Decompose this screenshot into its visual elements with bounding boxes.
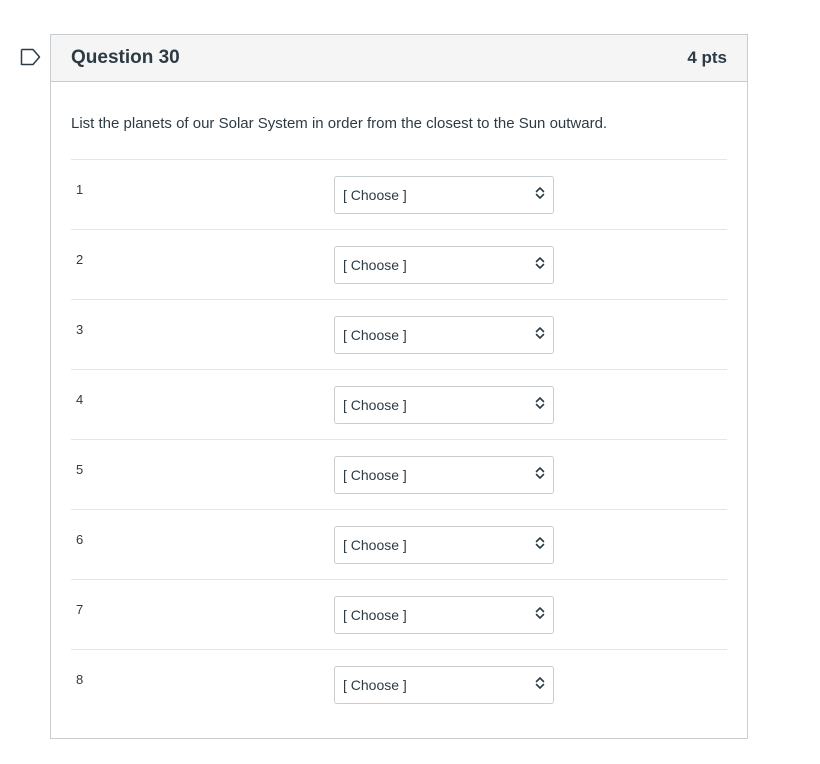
question-header: Question 30 4 pts <box>51 35 747 82</box>
answer-row: 3 [ Choose ] <box>71 299 727 369</box>
answer-select[interactable]: [ Choose ] <box>334 456 554 494</box>
row-number: 8 <box>76 672 84 687</box>
question-body: List the planets of our Solar System in … <box>51 82 747 719</box>
answer-row: 7 [ Choose ] <box>71 579 727 649</box>
row-number: 5 <box>76 462 84 477</box>
answer-select[interactable]: [ Choose ] <box>334 596 554 634</box>
row-number: 6 <box>76 532 84 547</box>
chevron-updown-icon <box>535 606 545 625</box>
chevron-updown-icon <box>535 676 545 695</box>
answer-select[interactable]: [ Choose ] <box>334 176 554 214</box>
select-value: [ Choose ] <box>343 607 407 623</box>
select-value: [ Choose ] <box>343 537 407 553</box>
chevron-updown-icon <box>535 466 545 485</box>
select-value: [ Choose ] <box>343 467 407 483</box>
answer-select[interactable]: [ Choose ] <box>334 526 554 564</box>
row-number: 3 <box>76 322 84 337</box>
row-number: 7 <box>76 602 84 617</box>
answer-rows: 1 [ Choose ] 2 [ Choose ] 3 [ Choose ] 4 [ Choo… <box>71 159 727 719</box>
question-text: List the planets of our Solar System in … <box>71 115 608 132</box>
chevron-updown-icon <box>535 326 545 345</box>
select-value: [ Choose ] <box>343 397 407 413</box>
select-value: [ Choose ] <box>343 187 407 203</box>
answer-select[interactable]: [ Choose ] <box>334 246 554 284</box>
chevron-updown-icon <box>535 396 545 415</box>
question-points: 4 pts <box>687 48 727 67</box>
chevron-updown-icon <box>535 186 545 205</box>
select-value: [ Choose ] <box>343 257 407 273</box>
answer-select[interactable]: [ Choose ] <box>334 386 554 424</box>
answer-row: 1 [ Choose ] <box>71 159 727 229</box>
answer-row: 8 [ Choose ] <box>71 649 727 719</box>
chevron-updown-icon <box>535 256 545 275</box>
select-value: [ Choose ] <box>343 327 407 343</box>
row-number: 4 <box>76 392 84 407</box>
answer-row: 6 [ Choose ] <box>71 509 727 579</box>
answer-row: 4 [ Choose ] <box>71 369 727 439</box>
row-number: 2 <box>76 252 84 267</box>
answer-row: 2 [ Choose ] <box>71 229 727 299</box>
answer-row: 5 [ Choose ] <box>71 439 727 509</box>
flag-question-icon[interactable] <box>20 48 42 66</box>
answer-select[interactable]: [ Choose ] <box>334 316 554 354</box>
question-title: Question 30 <box>71 47 180 68</box>
question-card: Question 30 4 pts List the planets of ou… <box>50 34 748 739</box>
select-value: [ Choose ] <box>343 677 407 693</box>
row-number: 1 <box>76 182 84 197</box>
chevron-updown-icon <box>535 536 545 555</box>
answer-select[interactable]: [ Choose ] <box>334 666 554 704</box>
